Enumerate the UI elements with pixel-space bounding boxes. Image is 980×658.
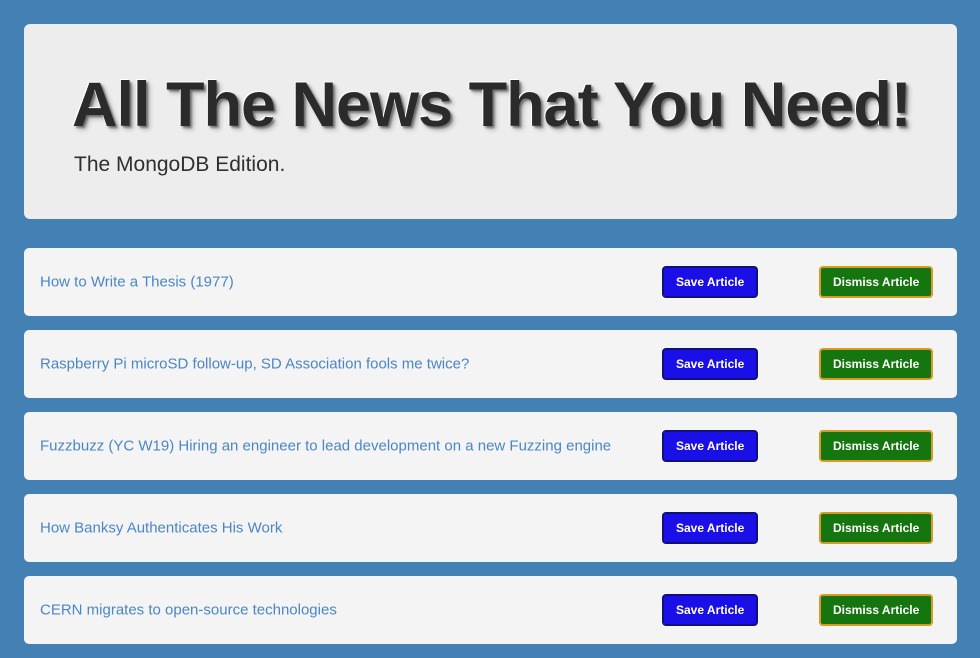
- dismiss-article-button[interactable]: Dismiss Article: [819, 594, 934, 626]
- dismiss-article-button[interactable]: Dismiss Article: [819, 266, 934, 298]
- page-subtitle: The MongoDB Edition.: [74, 153, 286, 177]
- dismiss-article-button[interactable]: Dismiss Article: [819, 348, 934, 380]
- save-article-button[interactable]: Save Article: [662, 348, 759, 380]
- table-row: How Banksy Authenticates His Work Save A…: [24, 494, 957, 562]
- article-title-link[interactable]: Raspberry Pi microSD follow-up, SD Assoc…: [40, 356, 469, 373]
- dismiss-article-button[interactable]: Dismiss Article: [819, 512, 934, 544]
- table-row: How to Write a Thesis (1977) Save Articl…: [24, 248, 957, 316]
- article-title-link[interactable]: CERN migrates to open-source technologie…: [40, 602, 337, 619]
- article-title-link[interactable]: Fuzzbuzz (YC W19) Hiring an engineer to …: [40, 438, 611, 455]
- article-list: How to Write a Thesis (1977) Save Articl…: [24, 248, 957, 658]
- save-article-button[interactable]: Save Article: [662, 430, 759, 462]
- article-title-link[interactable]: How to Write a Thesis (1977): [40, 274, 234, 291]
- page-header-jumbotron: All The News That You Need! The MongoDB …: [24, 24, 957, 219]
- page-title: All The News That You Need!: [72, 70, 912, 140]
- article-title-link[interactable]: How Banksy Authenticates His Work: [40, 520, 282, 537]
- table-row: CERN migrates to open-source technologie…: [24, 576, 957, 644]
- save-article-button[interactable]: Save Article: [662, 266, 759, 298]
- page-root: All The News That You Need! The MongoDB …: [0, 0, 980, 644]
- dismiss-article-button[interactable]: Dismiss Article: [819, 430, 934, 462]
- table-row: Raspberry Pi microSD follow-up, SD Assoc…: [24, 330, 957, 398]
- save-article-button[interactable]: Save Article: [662, 594, 759, 626]
- table-row: Fuzzbuzz (YC W19) Hiring an engineer to …: [24, 412, 957, 480]
- save-article-button[interactable]: Save Article: [662, 512, 759, 544]
